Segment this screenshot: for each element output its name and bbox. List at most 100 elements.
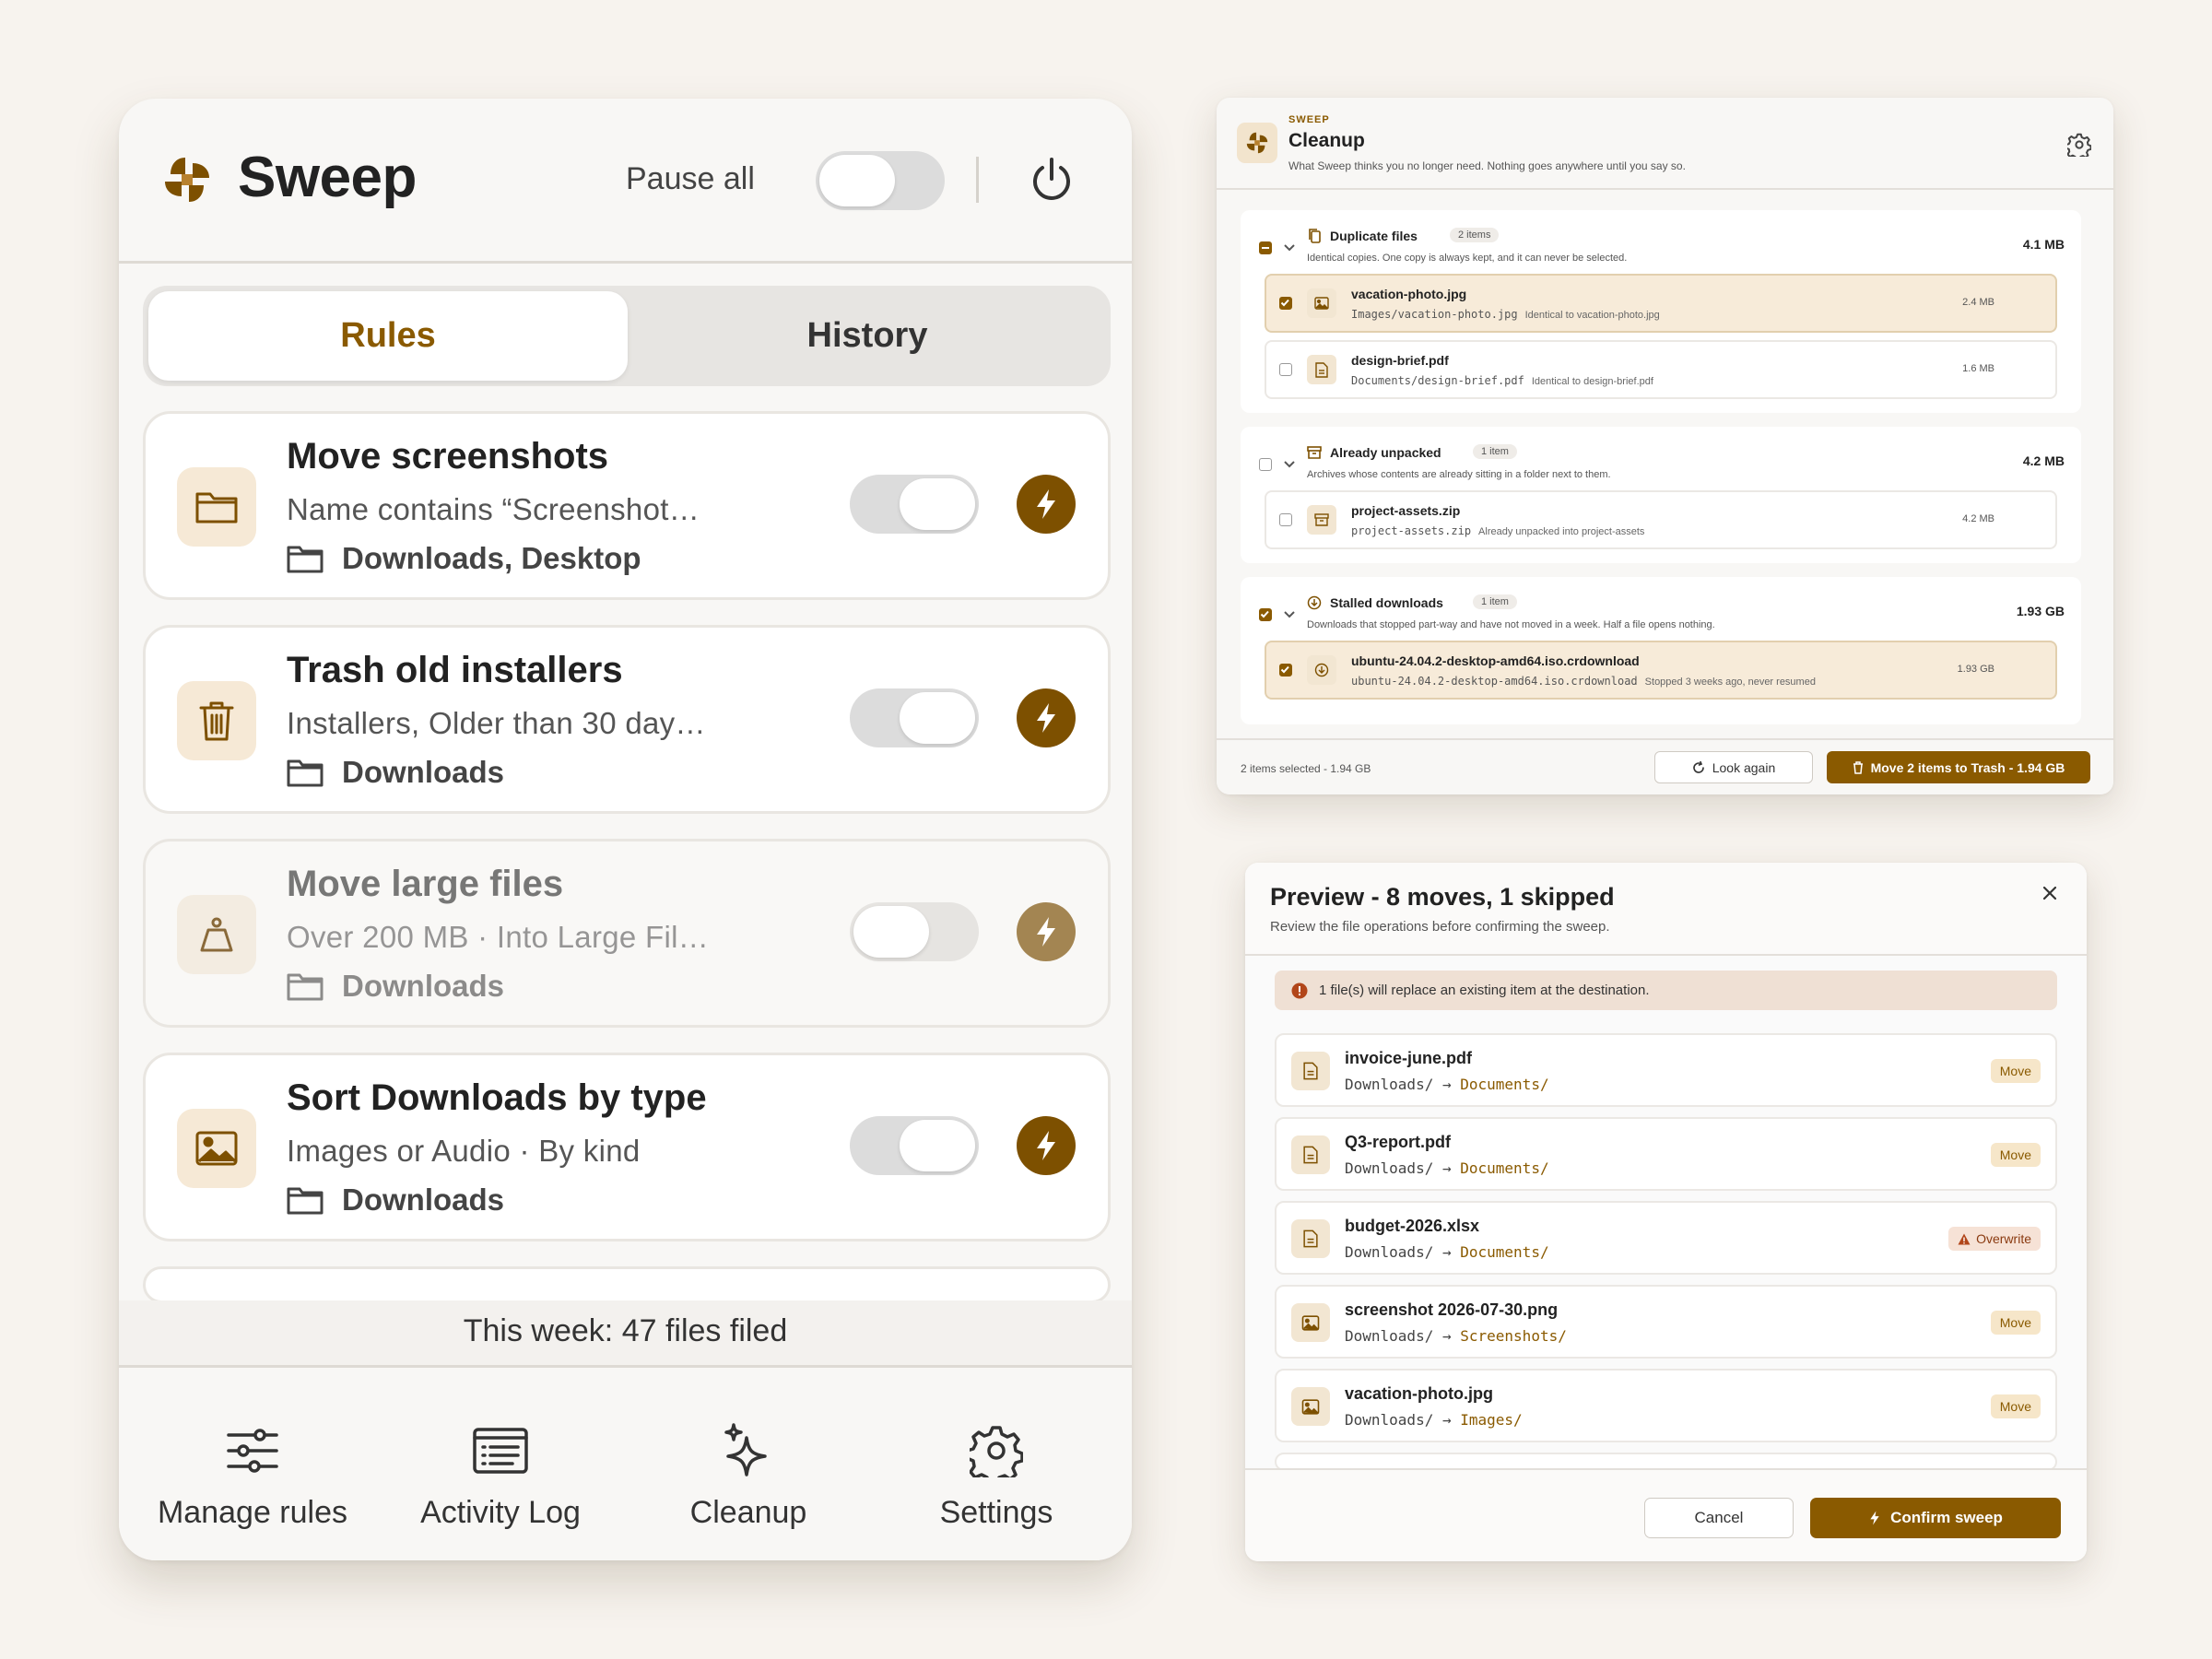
toggle-knob (853, 906, 929, 958)
operation-row[interactable]: budget-2026.xlsx Downloads/ → Documents/… (1275, 1201, 2057, 1275)
chevron-down-icon[interactable] (1283, 243, 1296, 253)
rule-name: Sort Downloads by type (287, 1077, 707, 1118)
item-size: 2.4 MB (1962, 297, 1994, 308)
chevron-down-icon[interactable] (1283, 460, 1296, 469)
cancel-button[interactable]: Cancel (1644, 1498, 1794, 1538)
run-now-button[interactable] (1017, 475, 1076, 534)
tab-history[interactable]: History (628, 291, 1107, 381)
cleanup-label: Cleanup (689, 1495, 807, 1530)
rule-enable-toggle[interactable] (850, 688, 979, 747)
rule-card-partial[interactable] (143, 1266, 1111, 1303)
rule-folders: Downloads, Desktop (287, 541, 641, 576)
item-path-text: project-assets.zip (1351, 524, 1472, 537)
group-description: Downloads that stopped part-way and have… (1307, 619, 1715, 630)
cleanup-item[interactable]: project-assets.zip project-assets.zip Alr… (1265, 490, 2057, 549)
operation-row[interactable]: invoice-june.pdf Downloads/ → Documents/… (1275, 1033, 2057, 1107)
settings-label: Settings (939, 1495, 1053, 1530)
destination-folder: Documents/ (1460, 1159, 1549, 1177)
item-size: 1.6 MB (1962, 363, 1994, 374)
toggle-knob (900, 692, 975, 744)
preview-dialog: Preview - 8 moves, 1 skipped Review the … (1245, 863, 2087, 1561)
lightning-icon (1032, 1129, 1060, 1162)
rule-description: Images or Audio · By kind (287, 1134, 641, 1168)
sliders-icon (128, 1414, 377, 1488)
sweep-logo-icon (159, 152, 215, 207)
group-checkbox[interactable] (1259, 608, 1272, 621)
rule-folders: Downloads (287, 1182, 504, 1218)
group-checkbox[interactable] (1259, 458, 1272, 471)
item-path-text: Documents/design-brief.pdf (1351, 374, 1524, 387)
popover-header: Sweep Pause all (119, 99, 1132, 264)
operation-filename: invoice-june.pdf (1345, 1049, 1473, 1067)
settings-button[interactable]: Settings (872, 1414, 1121, 1531)
operation-row[interactable]: vacation-photo.jpg Downloads/ → Images/ … (1275, 1369, 2057, 1442)
item-checkbox[interactable] (1279, 513, 1292, 526)
operation-path: Downloads/ → Documents/ (1345, 1076, 1549, 1093)
source-folder: Downloads/ (1345, 1411, 1434, 1429)
source-folder: Downloads/ (1345, 1327, 1434, 1345)
move-to-trash-button[interactable]: Move 2 items to Trash - 1.94 GB (1827, 751, 2090, 783)
operation-row[interactable]: screenshot 2026-07-30.png Downloads/ → S… (1275, 1285, 2057, 1359)
cleanup-item[interactable]: design-brief.pdf Documents/design-brief.… (1265, 340, 2057, 399)
source-folder: Downloads/ (1345, 1159, 1434, 1177)
rule-card[interactable]: Move screenshots Name contains “Screensh… (143, 411, 1111, 600)
arrow-icon: → (1441, 1076, 1452, 1093)
group-size: 4.2 MB (2022, 453, 2065, 468)
destination-folder: Documents/ (1460, 1243, 1549, 1261)
item-note: Identical to vacation-photo.jpg (1524, 310, 1660, 321)
item-path-text: ubuntu-24.04.2-desktop-amd64.iso.crdownl… (1351, 675, 1638, 688)
sweep-popover: Sweep Pause all Rules History Move scree… (119, 99, 1132, 1560)
group-checkbox[interactable] (1259, 241, 1272, 254)
close-icon[interactable] (2040, 883, 2060, 903)
run-now-button[interactable] (1017, 902, 1076, 961)
folder-icon (287, 1185, 324, 1215)
item-note: Identical to design-brief.pdf (1531, 376, 1653, 387)
weekly-stat: This week: 47 files filed (119, 1300, 1132, 1365)
activity-log-button[interactable]: Activity Log (376, 1414, 625, 1531)
item-path-text: Images/vacation-photo.jpg (1351, 308, 1518, 321)
item-checkbox[interactable] (1279, 664, 1292, 677)
manage-rules-button[interactable]: Manage rules (128, 1414, 377, 1531)
look-again-label: Look again (1712, 759, 1776, 775)
folder-icon (287, 971, 324, 1001)
rule-card[interactable]: Trash old installers Installers, Older t… (143, 625, 1111, 814)
confirm-sweep-button[interactable]: Confirm sweep (1810, 1498, 2061, 1538)
rule-enable-toggle[interactable] (850, 1116, 979, 1175)
cleanup-button[interactable]: Cleanup (624, 1414, 873, 1531)
rule-folder-names: Downloads (342, 969, 505, 1003)
archive-icon (1307, 445, 1322, 460)
run-now-button[interactable] (1017, 1116, 1076, 1175)
gear-icon[interactable] (2067, 133, 2091, 157)
run-now-button[interactable] (1017, 688, 1076, 747)
item-checkbox[interactable] (1279, 363, 1292, 376)
rule-card[interactable]: Move large files Over 200 MB · Into Larg… (143, 839, 1111, 1028)
look-again-button[interactable]: Look again (1654, 751, 1813, 783)
rule-enable-toggle[interactable] (850, 902, 979, 961)
preview-footer: Cancel Confirm sweep (1245, 1468, 2087, 1561)
move-badge: Move (1990, 1059, 2041, 1083)
power-icon[interactable] (1026, 154, 1077, 206)
tab-rules[interactable]: Rules (148, 291, 628, 381)
operation-path: Downloads/ → Documents/ (1345, 1243, 1549, 1261)
confirm-sweep-label: Confirm sweep (1890, 1509, 2003, 1526)
cleanup-group: Already unpacked 1 item Archives whose c… (1241, 427, 2081, 563)
cleanup-item[interactable]: ubuntu-24.04.2-desktop-amd64.iso.crdownl… (1265, 641, 2057, 700)
document-icon (1291, 1052, 1330, 1090)
cleanup-item[interactable]: vacation-photo.jpg Images/vacation-photo… (1265, 274, 2057, 333)
folder-icon (177, 467, 256, 547)
rule-card[interactable]: Sort Downloads by type Images or Audio ·… (143, 1053, 1111, 1241)
source-folder: Downloads/ (1345, 1076, 1434, 1093)
item-checkbox[interactable] (1279, 297, 1292, 310)
preview-header: Preview - 8 moves, 1 skipped Review the … (1245, 863, 2087, 956)
operation-row[interactable]: Q3-report.pdf Downloads/ → Documents/ Mo… (1275, 1117, 2057, 1191)
chevron-down-icon[interactable] (1283, 610, 1296, 619)
rule-enable-toggle[interactable] (850, 475, 979, 534)
operation-path: Downloads/ → Images/ (1345, 1411, 1523, 1429)
pause-all-toggle[interactable] (816, 151, 945, 210)
item-name: project-assets.zip (1351, 503, 1461, 518)
arrow-icon: → (1441, 1327, 1452, 1345)
lightning-icon (1032, 701, 1060, 735)
overwrite-badge: Overwrite (1948, 1227, 2041, 1251)
toggle-knob (900, 1120, 975, 1171)
rule-name: Move large files (287, 864, 564, 904)
